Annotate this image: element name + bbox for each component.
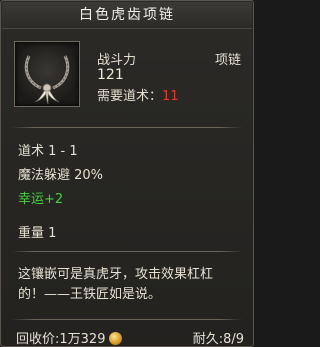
requirement-row: 需要道术：11 [97,85,179,104]
stat-taoism: 道术 1 - 1 [18,144,78,159]
item-description: 这镶嵌可是真虎牙，攻击效果杠杠 的！——王铁匠如是说。 [18,265,240,305]
recycle-label: 回收价: [16,332,60,347]
description-line: 的！——王铁匠如是说。 [18,287,162,302]
requirement-label: 需要道术： [97,89,163,104]
divider [11,319,243,320]
tiger-tooth-necklace-icon [24,55,70,105]
gold-coin-icon [109,332,123,345]
durability: 耐久:8/9 [192,332,244,347]
item-name-title: 白色虎齿项链 [2,2,252,29]
divider [11,127,243,128]
stat-weight: 重量 1 [18,226,57,241]
recycle-price: 回收价:1万329 [16,328,123,347]
description-line: 这镶嵌可是真虎牙，攻击效果杠杠 [18,267,214,282]
item-tooltip: 白色虎齿项链 战斗力 项链 121 需要道术：11 道术 1 - 1 魔法躲避 … [0,0,254,347]
tooltip-footer: 回收价:1万329 耐久:8/9 [1,323,253,347]
requirement-value: 11 [162,89,179,104]
item-type: 项链 [215,53,242,68]
divider [11,251,243,252]
stat-magic-dodge: 魔法躲避 20% [18,168,104,183]
stat-luck: 幸运+2 [18,192,64,207]
power-label: 战斗力 [97,53,137,68]
recycle-value: 1万329 [59,332,106,347]
item-icon-slot[interactable] [14,41,80,107]
power-value: 121 [97,67,124,83]
